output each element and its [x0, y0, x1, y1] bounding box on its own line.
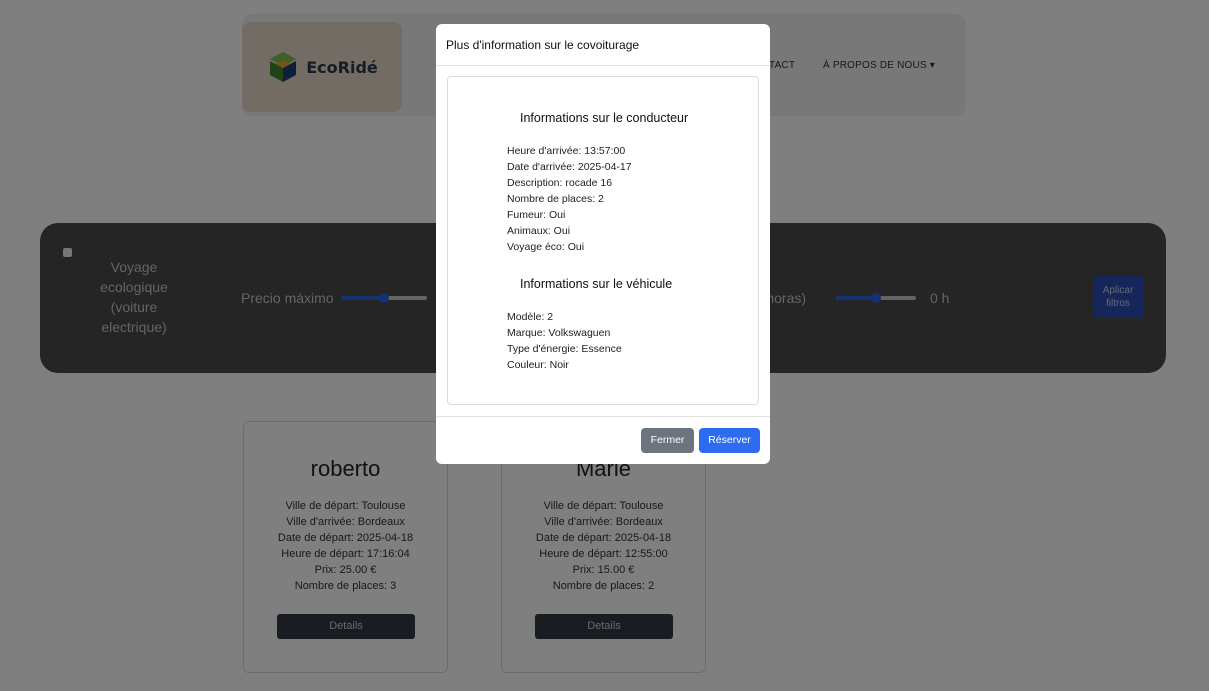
vehicle-info-line: Marque: Volkswaguen — [507, 327, 611, 339]
divider — [436, 416, 770, 417]
ride-info-modal: Plus d'information sur le covoiturage In… — [436, 24, 770, 464]
modal-body-panel: Informations sur le conducteur Heure d'a… — [447, 76, 759, 405]
vehicle-info-line: Type d'énergie: Essence — [507, 343, 622, 355]
vehicle-info: Modèle: 2 Marque: Volkswaguen Type d'éne… — [507, 309, 622, 373]
divider — [436, 65, 770, 66]
driver-info-line: Heure d'arrivée: 13:57:00 — [507, 145, 626, 157]
close-button[interactable]: Fermer — [641, 428, 694, 453]
driver-section-title: Informations sur le conducteur — [520, 111, 689, 125]
driver-info: Heure d'arrivée: 13:57:00 Date d'arrivée… — [507, 143, 632, 255]
driver-info-line: Fumeur: Oui — [507, 209, 566, 221]
vehicle-info-line: Modèle: 2 — [507, 311, 554, 323]
modal-title: Plus d'information sur le covoiturage — [446, 38, 640, 52]
reserve-button[interactable]: Réserver — [699, 428, 760, 453]
driver-info-line: Nombre de places: 2 — [507, 193, 604, 205]
vehicle-section-title: Informations sur le véhicule — [520, 277, 673, 291]
driver-info-line: Animaux: Oui — [507, 225, 571, 237]
vehicle-info-line: Couleur: Noir — [507, 359, 569, 371]
driver-info-line: Voyage éco: Oui — [507, 241, 585, 253]
driver-info-line: Description: rocade 16 — [507, 177, 613, 189]
driver-info-line: Date d'arrivée: 2025-04-17 — [507, 161, 632, 173]
